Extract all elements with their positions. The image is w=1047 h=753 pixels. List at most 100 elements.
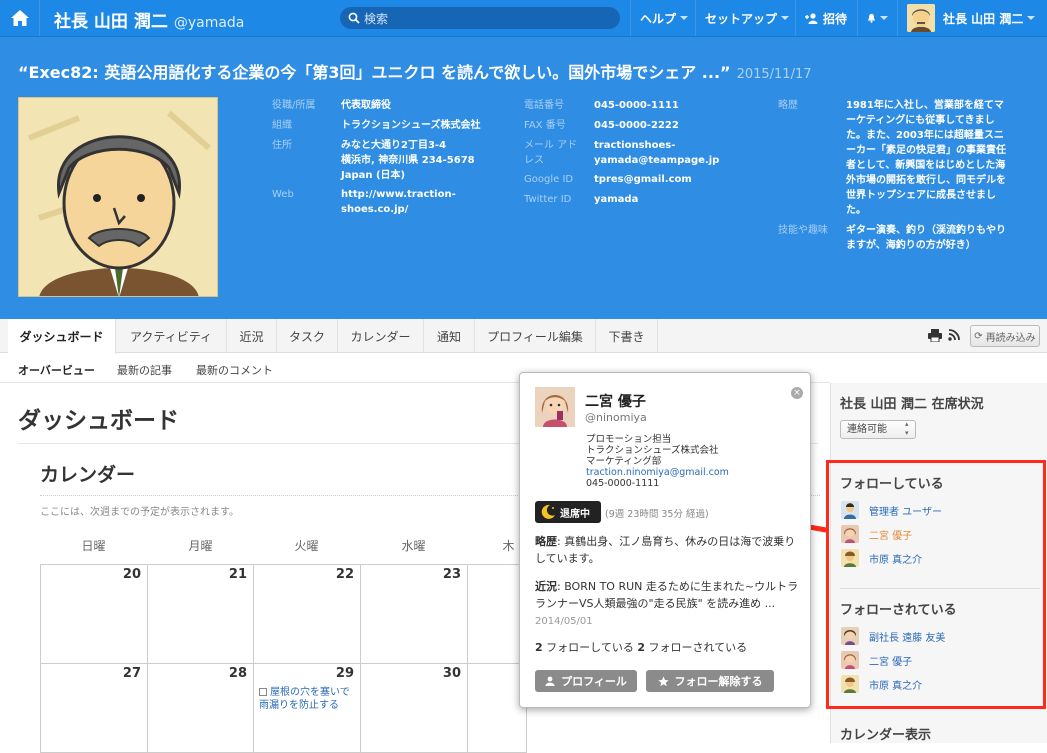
bio-value: た。また、2003年には超軽量スニ — [846, 130, 1004, 141]
org-value: トラクションシューズ株式会社 — [341, 120, 481, 131]
followers-label[interactable]: フォローされている — [648, 641, 747, 654]
reload-label: 再読み込み — [985, 332, 1036, 344]
page-user-name: 社長 山田 潤二 @yamada — [54, 12, 245, 32]
calendar-day[interactable]: 23 — [360, 564, 468, 664]
fax-value: 045-0000-2222 — [594, 120, 679, 131]
day-number: 20 — [122, 567, 141, 582]
top-navigation-bar: 社長 山田 潤二 @yamada 検索 ヘルプ セットアップ 招待 社長 山田 潤… — [0, 0, 1047, 37]
address-value: Japan (日本) — [341, 170, 406, 181]
account-menu[interactable]: 社長 山田 潤二 — [897, 0, 1047, 36]
presence-select[interactable]: 連絡可能 — [840, 420, 916, 439]
day-number: 21 — [228, 567, 247, 582]
bio-value: 世界トップシェアに成長させまし — [846, 190, 996, 201]
calendar-day[interactable] — [467, 663, 527, 753]
field-label: 技能や趣味 — [778, 225, 828, 236]
invite-button[interactable]: 招待 — [795, 0, 857, 36]
web-link[interactable]: http://www.traction- — [341, 187, 456, 202]
home-icon — [10, 10, 29, 26]
reload-button[interactable]: ⟳ 再読み込み — [970, 325, 1040, 347]
field-label: Web — [272, 189, 294, 200]
phone: 045-0000-1111 — [586, 478, 660, 489]
tab-calendar[interactable]: カレンダー — [338, 319, 424, 353]
home-button[interactable] — [0, 0, 40, 36]
email-value[interactable]: tractionshoes- — [594, 138, 675, 153]
subtab-overview[interactable]: オーバービュー — [18, 362, 95, 378]
day-number: 27 — [122, 666, 141, 681]
bio-value: 外市場の開拓を敢行し、同モデルを — [846, 175, 1006, 186]
card-user-handle: @ninomiya — [585, 411, 647, 424]
calendar-event[interactable]: 屋根の穴を塞いで雨漏りを防止する — [259, 686, 359, 712]
notifications-menu[interactable] — [857, 0, 897, 36]
profile-fields-col3: 略歴 1981年に入社し、営業部を経てマ ーケティングにも従事してきまし た。ま… — [778, 98, 1038, 298]
card-bio: 略歴: 真鶴出身、江ノ島育ち、休みの日は海で波乗りしています。 — [535, 533, 800, 567]
status-elapsed: (9週 23時間 35分 経過) — [605, 509, 709, 520]
search-icon — [348, 12, 360, 24]
bio-value: ーケティングにも従事してきまし — [846, 115, 995, 126]
profile-fields-col1: 役職/所属 代表取締役 組織 トラクションシューズ株式会社 住所 みなと大通り2… — [272, 98, 502, 248]
google-id-value: tpres@gmail.com — [594, 174, 692, 185]
tab-dashboard[interactable]: ダッシュボード — [8, 319, 116, 354]
setup-menu[interactable]: セットアップ — [695, 0, 795, 36]
tab-edit-profile[interactable]: プロフィール編集 — [475, 319, 596, 353]
printer-icon[interactable] — [928, 329, 942, 342]
account-name: 社長 山田 潤二 — [943, 11, 1024, 26]
following-label[interactable]: フォローしている — [546, 641, 634, 654]
status-badge: 退席中 — [535, 501, 601, 523]
unfollow-button[interactable]: フォロー解除する — [646, 670, 774, 692]
web-link[interactable]: shoes.co.jp/ — [341, 202, 408, 217]
avatar — [535, 387, 575, 427]
subtab-latest-comments[interactable]: 最新のコメント — [196, 362, 273, 378]
field-label: メール アド — [524, 140, 578, 151]
tab-activity[interactable]: アクティビティ — [116, 319, 227, 353]
email-value[interactable]: yamada@teampage.jp — [594, 153, 719, 168]
weekday-label: 日曜 — [81, 539, 106, 553]
rss-icon[interactable] — [948, 329, 960, 341]
followers-count: 2 — [637, 641, 645, 654]
search-input[interactable]: 検索 — [340, 7, 620, 29]
calendar-day[interactable]: 29 屋根の穴を塞いで雨漏りを防止する — [253, 663, 361, 753]
help-menu[interactable]: ヘルプ — [630, 0, 695, 36]
bio-value: 者として、新興国をはじめとした海 — [846, 160, 1006, 171]
calendar-day[interactable] — [467, 564, 527, 664]
field-label: 住所 — [272, 140, 292, 151]
tab-drafts[interactable]: 下書き — [596, 319, 658, 353]
profile-tabs: ダッシュボード アクティビティ 近況 タスク カレンダー 通知 プロフィール編集… — [0, 319, 1047, 354]
subtab-latest-posts[interactable]: 最新の記事 — [117, 362, 172, 378]
tab-tasks[interactable]: タスク — [277, 319, 338, 353]
latest-post-link[interactable]: “Exec82: 英語公用語化する企業の今「第3回」ユニクロ を読んで欲しい。国… — [18, 59, 812, 83]
profile-button[interactable]: プロフィール — [535, 670, 637, 692]
following-count: 2 — [535, 641, 543, 654]
tab-status[interactable]: 近況 — [227, 319, 277, 353]
calendar-day[interactable]: 28 — [147, 663, 254, 753]
company: トラクションシューズ株式会社 — [586, 445, 719, 456]
calendar-day[interactable]: 21 — [147, 564, 254, 664]
day-number: 22 — [335, 567, 354, 582]
day-number: 28 — [228, 666, 247, 681]
presence-title: 社長 山田 潤二 在席状況 — [840, 397, 984, 412]
follow-highlight-box — [826, 460, 1046, 709]
calendar-day[interactable]: 22 — [253, 564, 361, 664]
twitter-id-value: yamada — [594, 194, 639, 205]
unfollow-button-label: フォロー解除する — [674, 675, 763, 688]
checkbox[interactable] — [259, 688, 267, 696]
weekday-label: 水曜 — [401, 539, 426, 553]
day-number: 23 — [442, 567, 461, 582]
profile-header: “Exec82: 英語公用語化する企業の今「第3回」ユニクロ を読んで欲しい。国… — [0, 37, 1047, 319]
day-number: 30 — [442, 666, 461, 681]
tab-notifications[interactable]: 通知 — [424, 319, 475, 353]
bio-value: ーカー「素足の快足君」の事業責任 — [846, 145, 1006, 156]
event-label: 屋根の穴を塞いで雨漏りを防止する — [259, 687, 350, 711]
recent-label: 近況 — [535, 580, 557, 593]
field-label: 略歴 — [778, 100, 798, 111]
email-link[interactable]: traction.ninomiya@gmail.com — [586, 467, 729, 478]
calendar-day[interactable]: 27 — [40, 663, 148, 753]
recent-date: 2014/05/01 — [535, 616, 593, 627]
calendar-note: ここには、次週までの予定が表示されます。 — [40, 507, 239, 518]
chevron-down-icon — [781, 16, 790, 20]
field-label: Google ID — [524, 174, 574, 185]
skills-value: ますが、海釣りの方が好き） — [846, 240, 976, 251]
close-icon[interactable]: × — [791, 387, 803, 399]
calendar-day[interactable]: 30 — [360, 663, 468, 753]
calendar-day[interactable]: 20 — [40, 564, 148, 664]
user-hover-card: × 二宮 優子 @ninomiya プロモーション担当 トラクションシューズ株式… — [519, 372, 811, 708]
